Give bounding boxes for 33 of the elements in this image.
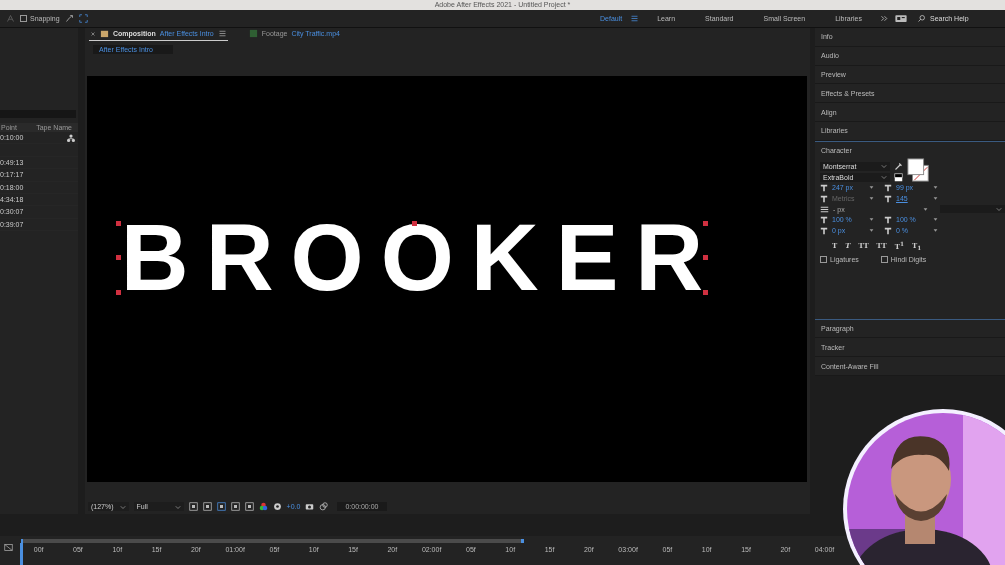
menu-icon[interactable]	[630, 13, 640, 23]
color-swap-icon[interactable]	[894, 172, 903, 182]
keyboard-icon[interactable]	[895, 13, 907, 23]
snap-icon[interactable]	[64, 13, 74, 23]
composition-icon	[100, 29, 109, 39]
camera-icon[interactable]	[305, 502, 315, 512]
selection-handle[interactable]	[703, 289, 709, 295]
font-size-icon	[820, 183, 828, 192]
time-navigator-icon[interactable]	[4, 543, 13, 553]
close-icon[interactable]	[90, 30, 96, 37]
selection-handle[interactable]	[412, 220, 417, 226]
more-icon[interactable]	[880, 13, 889, 23]
caret-icon	[174, 503, 181, 510]
search-icon	[917, 13, 926, 23]
footage-icon	[248, 29, 258, 39]
network-icon	[67, 133, 75, 142]
composition-viewer[interactable]: BROOKER	[87, 75, 807, 482]
selection-handle[interactable]	[703, 220, 709, 226]
caret-icon	[119, 503, 126, 510]
stroke-width-icon	[820, 204, 829, 214]
selection-handle[interactable]	[115, 220, 121, 226]
exposure-icon[interactable]	[272, 502, 282, 512]
expand-icon[interactable]	[78, 13, 88, 23]
eyedropper-icon[interactable]	[894, 161, 903, 171]
color-channels-icon[interactable]	[258, 502, 268, 512]
selection-handle[interactable]	[703, 254, 709, 260]
menu-icon[interactable]	[217, 29, 227, 39]
selection-handle[interactable]	[115, 254, 121, 260]
title-text[interactable]: BROOKER	[118, 223, 723, 292]
snapshot-icon[interactable]	[319, 502, 329, 512]
fill-stroke-swatch-icon[interactable]	[907, 158, 931, 183]
selection-handle[interactable]	[115, 289, 121, 295]
caret-icon	[996, 206, 1002, 213]
